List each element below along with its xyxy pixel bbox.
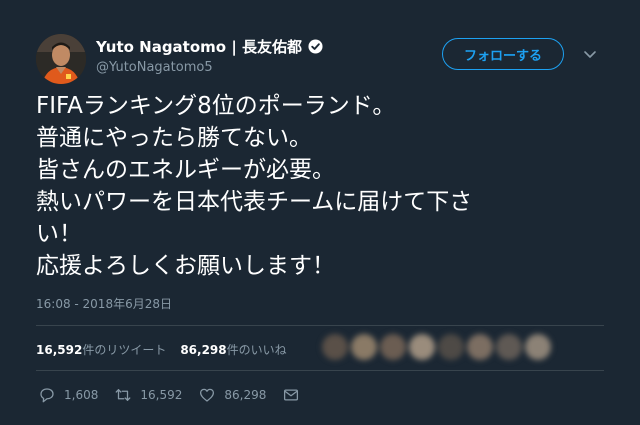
message-icon bbox=[284, 389, 299, 401]
liker-avatar bbox=[351, 334, 377, 360]
chevron-down-icon[interactable] bbox=[582, 46, 598, 62]
retweet-button[interactable]: 16,592 bbox=[114, 386, 182, 404]
like-stat-count: 86,298 bbox=[180, 343, 227, 357]
tweet-text: FIFAランキング8位のポーランド。 普通にやったら勝てない。 皆さんのエネルギ… bbox=[36, 90, 596, 282]
liker-avatars[interactable] bbox=[322, 334, 551, 360]
tweet-line: 応援よろしくお願いします！ bbox=[36, 253, 335, 279]
user-name-row[interactable]: Yuto Nagatomo | 長友佑都 bbox=[96, 36, 323, 57]
like-button[interactable]: 86,298 bbox=[198, 386, 266, 404]
liker-avatar bbox=[467, 334, 493, 360]
avatar-image bbox=[36, 34, 86, 84]
like-count: 86,298 bbox=[224, 388, 267, 402]
action-bar: 1,608 16,592 86,298 bbox=[38, 386, 316, 404]
tweet-line: 皆さんのエネルギーが必要。 bbox=[36, 157, 335, 183]
user-handle[interactable]: @YutoNagatomo5 bbox=[96, 60, 213, 75]
reply-icon bbox=[40, 388, 54, 403]
liker-avatar bbox=[496, 334, 522, 360]
like-stat-label: 件のいいね bbox=[226, 343, 287, 357]
retweet-icon bbox=[115, 389, 131, 401]
engagement-stats: 16,592件のリツイート 86,298件のいいね bbox=[36, 341, 287, 358]
tweet-line: 普通にやったら勝てない。 bbox=[36, 125, 312, 151]
verified-badge-icon bbox=[308, 39, 323, 54]
divider bbox=[36, 325, 604, 326]
reply-count: 1,608 bbox=[64, 388, 99, 402]
retweet-stat[interactable]: 16,592件のリツイート bbox=[36, 341, 166, 358]
follow-button[interactable]: フォローする bbox=[442, 38, 564, 70]
tweet-line: い！ bbox=[36, 221, 82, 247]
reply-button[interactable]: 1,608 bbox=[38, 386, 98, 404]
liker-avatar bbox=[322, 334, 348, 360]
retweet-count: 16,592 bbox=[140, 388, 183, 402]
tweet-line: FIFAランキング8位のポーランド。 bbox=[36, 93, 396, 119]
like-icon bbox=[200, 388, 215, 402]
divider bbox=[36, 370, 604, 371]
retweet-stat-count: 16,592 bbox=[36, 343, 83, 357]
display-name[interactable]: Yuto Nagatomo | 長友佑都 bbox=[96, 36, 302, 57]
retweet-stat-label: 件のリツイート bbox=[82, 343, 167, 357]
tweet-timestamp[interactable]: 16:08 - 2018年6月28日 bbox=[36, 295, 172, 312]
liker-avatar bbox=[525, 334, 551, 360]
tweet-line: 熱いパワーを日本代表チームに届けて下さ bbox=[36, 189, 473, 215]
message-button[interactable] bbox=[282, 386, 300, 404]
avatar[interactable] bbox=[36, 34, 86, 84]
liker-avatar bbox=[409, 334, 435, 360]
liker-avatar bbox=[380, 334, 406, 360]
liker-avatar bbox=[438, 334, 464, 360]
like-stat[interactable]: 86,298件のいいね bbox=[180, 341, 286, 358]
tweet-card: Yuto Nagatomo | 長友佑都 @YutoNagatomo5 フォロー… bbox=[0, 0, 640, 425]
